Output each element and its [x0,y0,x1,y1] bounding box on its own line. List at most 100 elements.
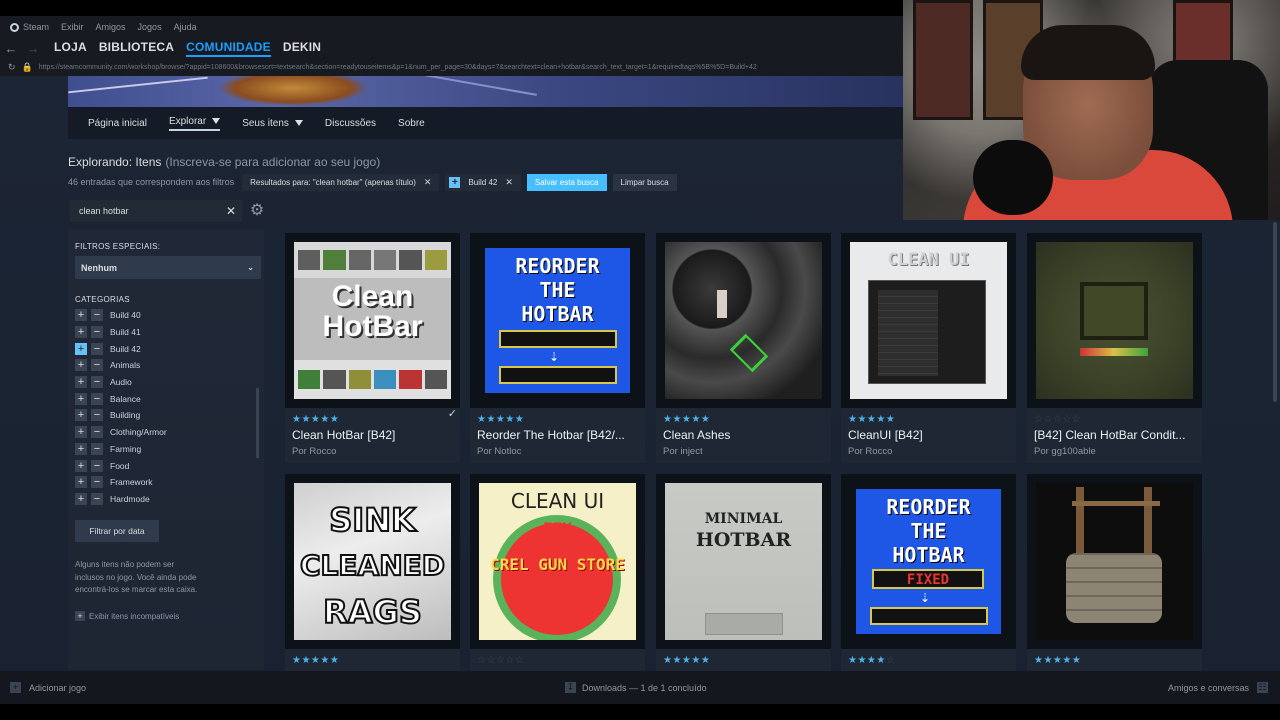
item-title[interactable]: [B42] Clean HotBar Condit... [1034,428,1196,442]
exclude-minus-icon[interactable]: − [91,459,103,472]
menu-amigos[interactable]: Amigos [96,22,126,32]
subnav-your-items[interactable]: Seus itens [242,118,303,129]
item-thumbnail[interactable] [1027,474,1202,649]
subnav-discussions[interactable]: Discussões [325,118,376,129]
item-thumbnail[interactable] [656,233,831,408]
item-thumbnail[interactable] [1027,233,1202,408]
exclude-minus-icon[interactable]: − [91,376,103,389]
search-input[interactable] [70,206,220,216]
item-title[interactable]: CleanUI [B42] [848,428,1010,442]
exclude-minus-icon[interactable]: − [91,326,103,339]
reload-icon[interactable]: ↻ [8,62,16,73]
category-label[interactable]: Animals [110,360,140,370]
workshop-item-card[interactable]: SINK CLEANED RAGS ★★★★★ [285,474,460,671]
item-title[interactable]: Reorder The Hotbar [B42/... [477,428,639,442]
category-label[interactable]: Build 42 [110,344,141,354]
item-author[interactable]: Por Rocco [848,446,892,457]
save-search-button[interactable]: Salvar esta busca [526,173,607,191]
subnav-explore[interactable]: Explorar [168,116,221,131]
exclude-minus-icon[interactable]: − [91,442,103,455]
include-plus-icon[interactable]: + [75,359,87,372]
workshop-item-card[interactable]: REORDER THE HOTBAR ⇣ ★★★★★ Reorder The Hotbar… [470,233,645,463]
exclude-minus-icon[interactable]: − [91,342,103,355]
filter-by-date-button[interactable]: Filtrar por data [75,520,159,542]
category-label[interactable]: Build 40 [110,310,141,320]
workshop-item-card[interactable]: MINIMAL HOTBAR ★★★★★ [656,474,831,671]
category-label[interactable]: Framework [110,477,153,487]
friends-chat-button[interactable]: Amigos e conversas ☷ [1168,682,1268,693]
item-thumbnail[interactable]: CLEAN UI FIX CREL GUN STORE [470,474,645,649]
special-filters-select[interactable]: Nenhum ⌄ [75,256,261,279]
workshop-item-card[interactable]: Clean HotBar ★★★★★ Clean HotBar [B42] Por Ro… [285,233,460,463]
workshop-item-card[interactable]: CLEAN UI ★★★★★ CleanUI [B42] Por Rocco [841,233,1016,463]
item-author[interactable]: Por gg100able [1034,446,1096,457]
include-plus-icon[interactable]: + [75,492,87,505]
include-plus-icon[interactable]: + [75,309,87,322]
category-label[interactable]: Balance [110,394,141,404]
include-plus-icon[interactable]: + [75,442,87,455]
item-author[interactable]: Por Notloc [477,446,521,457]
remove-filter-icon[interactable]: ✕ [424,177,432,188]
exclude-minus-icon[interactable]: − [91,359,103,372]
category-label[interactable]: Hardmode [110,494,150,504]
item-author[interactable]: Por inject [663,446,703,457]
item-thumbnail[interactable]: REORDER THE HOTBAR FIXED ⇣ [841,474,1016,649]
gear-icon[interactable]: ⚙ [247,200,267,222]
exclude-minus-icon[interactable]: − [91,492,103,505]
item-thumbnail[interactable]: MINIMAL HOTBAR [656,474,831,649]
workshop-item-card[interactable]: ★★★★★ Clean Ashes Por inject [656,233,831,463]
category-label[interactable]: Audio [110,377,132,387]
workshop-item-card[interactable]: ★★★★★ [1027,474,1202,671]
exclude-minus-icon[interactable]: − [91,409,103,422]
nav-biblioteca[interactable]: BIBLIOTECA [99,40,174,57]
category-scrollbar[interactable] [256,388,259,458]
item-thumbnail[interactable]: Clean HotBar [285,233,460,408]
thumb-text: HOTBAR [892,543,965,567]
nav-comunidade[interactable]: COMUNIDADE [186,40,271,57]
item-thumbnail[interactable]: SINK CLEANED RAGS [285,474,460,649]
subnav-about[interactable]: Sobre [398,118,425,129]
exclude-minus-icon[interactable]: − [91,476,103,489]
workshop-item-card[interactable]: REORDER THE HOTBAR FIXED ⇣ ★★★★☆ [841,474,1016,671]
workshop-item-card[interactable]: CLEAN UI FIX CREL GUN STORE ☆☆☆☆☆ [470,474,645,671]
downloads-status[interactable]: ↧ Downloads — 1 de 1 concluído [565,682,707,693]
url-text[interactable]: https://steamcommunity.com/workshop/brow… [39,64,757,71]
menu-steam[interactable]: Steam [10,22,49,32]
include-plus-icon[interactable]: + [75,326,87,339]
category-label[interactable]: Farming [110,444,141,454]
category-label[interactable]: Clothing/Armor [110,427,167,437]
include-plus-icon[interactable]: + [75,459,87,472]
clear-search-icon[interactable]: ✕ [226,204,236,218]
remove-filter-icon[interactable]: ✕ [505,177,513,188]
include-plus-icon[interactable]: + [75,342,87,355]
include-plus-icon[interactable]: + [75,376,87,389]
category-label[interactable]: Building [110,410,140,420]
category-label[interactable]: Build 41 [110,327,141,337]
exclude-minus-icon[interactable]: − [91,426,103,439]
menu-jogos[interactable]: Jogos [138,22,162,32]
add-game-button[interactable]: + Adicionar jogo [10,682,86,693]
workshop-item-card[interactable]: ☆☆☆☆☆ [B42] Clean HotBar Condit... Por gg1… [1027,233,1202,463]
nav-profile[interactable]: DEKIN [283,40,321,57]
exclude-minus-icon[interactable]: − [91,309,103,322]
item-thumbnail[interactable]: CLEAN UI [841,233,1016,408]
item-title[interactable]: Clean HotBar [B42] [292,428,454,442]
item-thumbnail[interactable]: REORDER THE HOTBAR ⇣ [470,233,645,408]
category-label[interactable]: Food [110,461,129,471]
include-plus-icon[interactable]: + [75,409,87,422]
menu-exibir[interactable]: Exibir [61,22,84,32]
clear-search-button[interactable]: Limpar busca [612,173,677,191]
include-plus-icon[interactable]: + [75,426,87,439]
subnav-home[interactable]: Página inicial [88,118,147,129]
menu-ajuda[interactable]: Ajuda [174,22,197,32]
item-author[interactable]: Por Rocco [292,446,336,457]
back-arrow-icon[interactable]: ← [0,41,22,56]
forward-arrow-icon[interactable]: → [22,41,44,56]
include-plus-icon[interactable]: + [75,392,87,405]
include-plus-icon[interactable]: + [75,476,87,489]
incompatible-toggle[interactable]: + Exibir itens incompatíveis [75,611,179,621]
nav-loja[interactable]: LOJA [54,40,87,57]
item-title[interactable]: Clean Ashes [663,428,825,442]
exclude-minus-icon[interactable]: − [91,392,103,405]
page-scrollbar[interactable] [1273,222,1277,402]
